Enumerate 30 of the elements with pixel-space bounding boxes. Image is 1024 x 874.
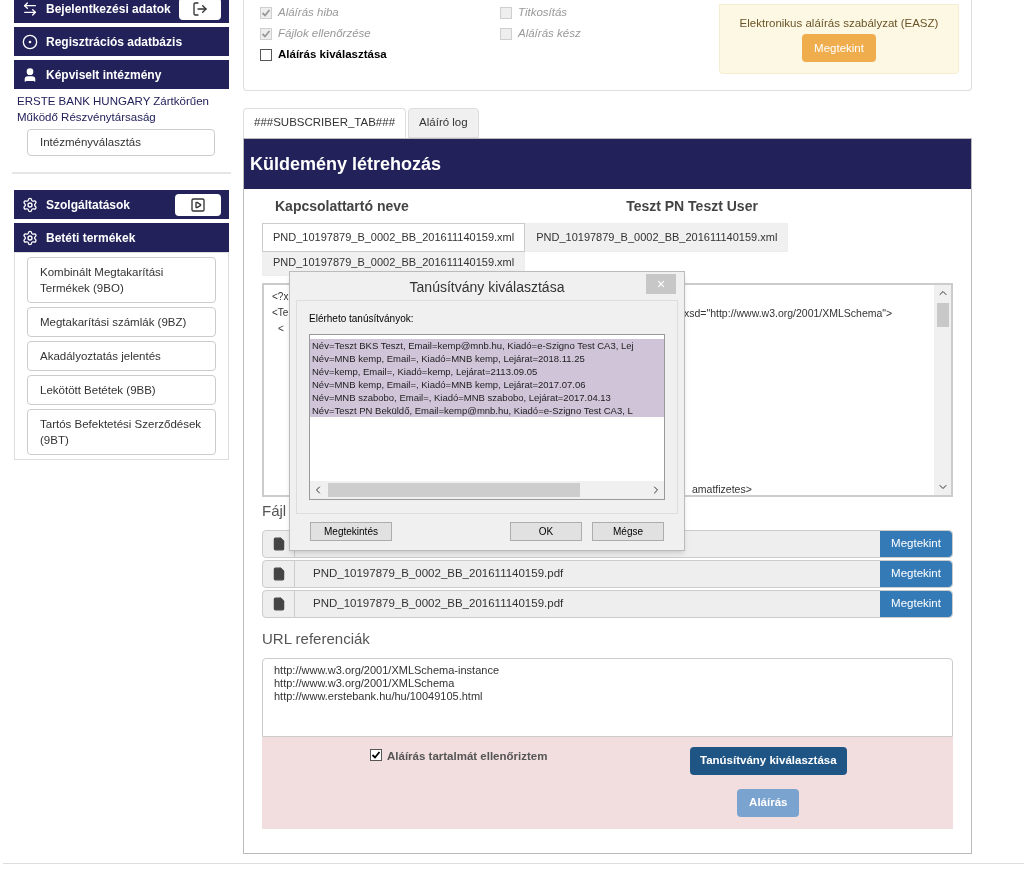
file-name: PND_10197879_B_0002_BB_201611140159.pdf	[313, 596, 564, 612]
sidebar-header-label: Regisztrációs adatbázis	[46, 33, 184, 51]
sidebar-header-label: Bejelentkezési adatok	[46, 0, 171, 18]
sidebar-header-label: Betéti termékek	[46, 229, 137, 247]
list-label: Elérheto tanúsítványok:	[309, 312, 414, 326]
sidebar-header-label: Szolgáltatások	[46, 196, 132, 214]
contact-label: Kapcsolattartó neve	[274, 196, 410, 216]
xml-line: xsd="http://www.w3.org/2001/XMLSchema">	[684, 306, 893, 321]
sidebar-header-label: Képviselt intézmény	[46, 66, 163, 84]
policy-text: Elektronikus aláírás szabályzat (EASZ)	[739, 16, 939, 31]
xml-line: <?x	[272, 290, 289, 304]
checkbox-label: Aláírás kész	[518, 25, 581, 41]
xml-line: <	[278, 322, 284, 336]
url-line: http://www.w3.org/2001/XMLSchema-instance	[274, 664, 500, 677]
checkbox-label: Aláírás hiba	[278, 4, 339, 20]
url-line: http://www.w3.org/2001/XMLSchema	[274, 677, 456, 690]
checkbox-label: Aláírás tartalmát ellenőriztem	[387, 749, 548, 764]
checkbox-label: Titkosítás	[518, 4, 568, 20]
xml-line: amatfizetes>	[692, 482, 752, 495]
checkbox-label: Fájlok ellenőrzése	[278, 25, 371, 41]
file-name: PND_10197879_B_0002_BB_201611140159.pdf	[313, 566, 564, 582]
url-label: URL referenciák	[262, 629, 371, 649]
files-label: Fájl	[262, 501, 287, 521]
dialog-title: Tanúsítvány kiválasztása	[409, 277, 565, 297]
contact-name: Teszt PN Teszt User	[625, 196, 759, 216]
url-line: http://www.erstebank.hu/hu/10049105.html	[274, 690, 484, 703]
checkbox-label: Aláírás kiválasztása	[278, 46, 387, 62]
institution-name: ERSTE BANK HUNGARY Zártkörűen Működő Részvénytársaság	[16, 94, 210, 125]
xml-line: <Te	[272, 306, 289, 320]
panel-title: Küldemény létrehozás	[250, 152, 442, 176]
